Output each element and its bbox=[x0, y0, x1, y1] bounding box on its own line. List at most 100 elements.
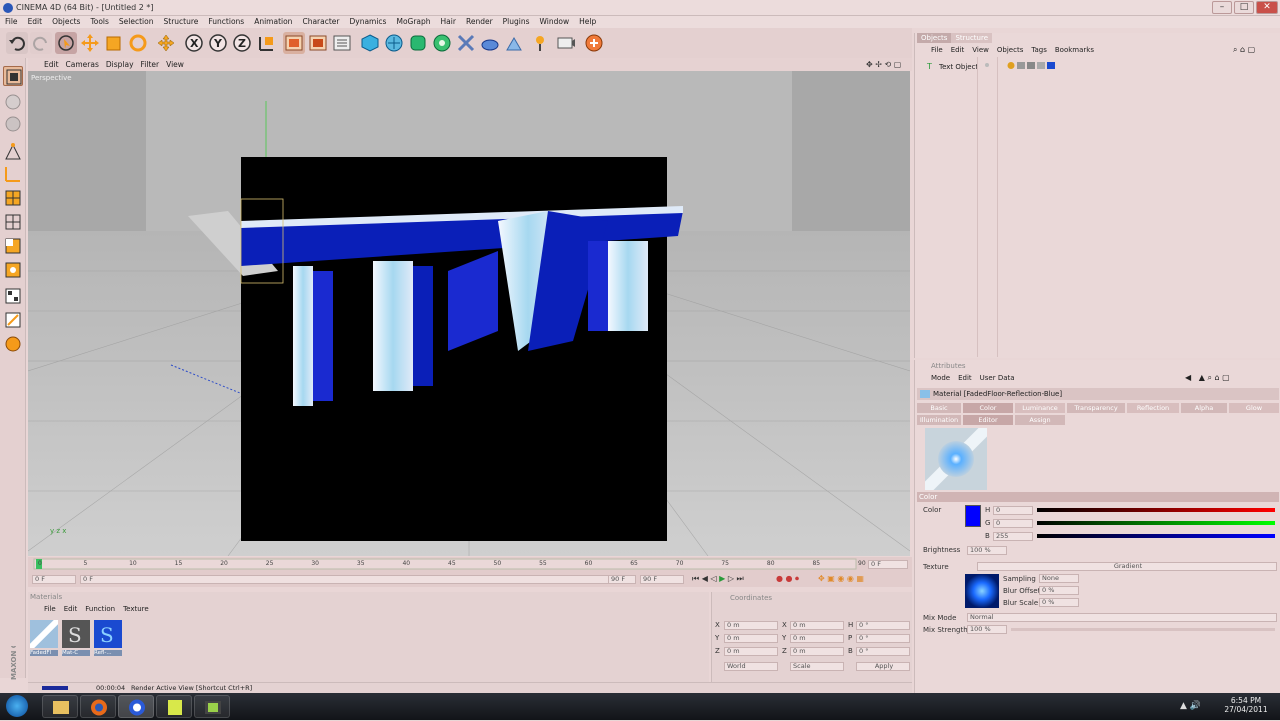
materials-menu-edit[interactable]: Edit bbox=[60, 604, 82, 614]
menu-mograph[interactable]: MoGraph bbox=[391, 16, 435, 28]
materials-menu-texture[interactable]: Texture bbox=[119, 604, 153, 614]
attributes-nav-icons[interactable]: ◀ ▲ ⌕ ⌂ ▢ bbox=[1185, 373, 1230, 383]
clock[interactable]: 6:54 PM 27/04/2011 bbox=[1220, 696, 1272, 714]
x-axis-icon[interactable]: X bbox=[183, 32, 205, 54]
deformer-icon[interactable] bbox=[455, 32, 477, 54]
undo-icon[interactable] bbox=[6, 32, 28, 54]
menu-hair[interactable]: Hair bbox=[436, 16, 461, 28]
color-v-field[interactable]: 255 bbox=[993, 532, 1033, 541]
current-frame-field[interactable]: 0 F bbox=[868, 560, 908, 569]
coord-scale-select[interactable]: Scale bbox=[790, 662, 844, 671]
scale-icon[interactable] bbox=[103, 32, 125, 54]
texture-field[interactable]: Gradient bbox=[977, 562, 1277, 571]
object-row[interactable]: T Text Object bbox=[919, 61, 1279, 73]
xpresso-icon[interactable] bbox=[583, 32, 605, 54]
polygons-mode-icon[interactable] bbox=[3, 188, 23, 208]
tab-assign[interactable]: Assign bbox=[1015, 415, 1065, 425]
object-tags[interactable] bbox=[1007, 61, 1063, 70]
tray-icons[interactable]: ▲ 🔊 bbox=[1180, 701, 1201, 711]
snap-icon[interactable] bbox=[3, 286, 23, 306]
edges-mode-icon[interactable] bbox=[3, 164, 23, 184]
maximize-button[interactable]: □ bbox=[1234, 1, 1254, 14]
tab-luminance[interactable]: Luminance bbox=[1015, 403, 1065, 413]
viewport-menu-edit[interactable]: Edit bbox=[44, 58, 59, 71]
menu-help[interactable]: Help bbox=[574, 16, 601, 28]
menu-selection[interactable]: Selection bbox=[114, 16, 159, 28]
light-icon[interactable] bbox=[531, 32, 553, 54]
model-mode-icon[interactable] bbox=[3, 66, 23, 86]
coord-pos-x[interactable]: 0 m bbox=[724, 621, 778, 630]
tab-structure[interactable]: Structure bbox=[951, 33, 993, 43]
coord-rot-h[interactable]: 0 ° bbox=[856, 621, 910, 630]
y-axis-icon[interactable]: Y bbox=[207, 32, 229, 54]
brightness-field[interactable]: 100 % bbox=[967, 546, 1007, 555]
coord-scale-x[interactable]: 0 m bbox=[790, 621, 844, 630]
viewport-menu-cameras[interactable]: Cameras bbox=[66, 58, 99, 71]
tab-reflection[interactable]: Reflection bbox=[1127, 403, 1179, 413]
tab-illumination[interactable]: Illumination bbox=[917, 415, 961, 425]
materials-menu-file[interactable]: File bbox=[40, 604, 60, 614]
menu-structure[interactable]: Structure bbox=[159, 16, 204, 28]
objects-search-icon[interactable]: ⌕ ⌂ ▢ bbox=[1233, 45, 1255, 55]
start-button[interactable] bbox=[6, 695, 28, 717]
coord-world-select[interactable]: World bbox=[724, 662, 778, 671]
media-taskbar-icon[interactable] bbox=[194, 695, 230, 718]
objects-menu-file[interactable]: File bbox=[927, 45, 947, 55]
key-mode-icons[interactable]: ✥ ▣ ◉ ◉ ▦ bbox=[818, 574, 864, 583]
z-axis-icon[interactable]: Z bbox=[231, 32, 253, 54]
coord-scale-z[interactable]: 0 m bbox=[790, 647, 844, 656]
cinema4d-taskbar-icon[interactable] bbox=[118, 695, 154, 718]
mix-strength-slider[interactable] bbox=[1011, 628, 1275, 631]
uv-polygons-icon[interactable] bbox=[3, 236, 23, 256]
menu-objects[interactable]: Objects bbox=[47, 16, 85, 28]
render-view-icon[interactable] bbox=[283, 32, 305, 54]
blue-slider[interactable] bbox=[1037, 534, 1275, 538]
sampling-select[interactable]: None bbox=[1039, 574, 1079, 583]
viewport-menu-view[interactable]: View bbox=[166, 58, 184, 71]
viewport-menu-display[interactable]: Display bbox=[106, 58, 134, 71]
blur-offset-field[interactable]: 0 % bbox=[1039, 586, 1079, 595]
workplane-icon[interactable] bbox=[3, 260, 23, 280]
menu-animation[interactable]: Animation bbox=[249, 16, 297, 28]
perspective-viewport[interactable]: Perspective y z x bbox=[28, 71, 910, 556]
objects-menu-tags[interactable]: Tags bbox=[1027, 45, 1051, 55]
uv-points-icon[interactable] bbox=[3, 212, 23, 232]
color-h-field[interactable]: 0 bbox=[993, 506, 1033, 515]
notes-taskbar-icon[interactable] bbox=[156, 695, 192, 718]
coord-pos-z[interactable]: 0 m bbox=[724, 647, 778, 656]
render-picture-viewer-icon[interactable] bbox=[307, 32, 329, 54]
environment-icon[interactable] bbox=[503, 32, 525, 54]
objects-menu-objects[interactable]: Objects bbox=[993, 45, 1027, 55]
tab-glow[interactable]: Glow bbox=[1229, 403, 1279, 413]
green-slider[interactable] bbox=[1037, 521, 1275, 525]
coord-apply-button[interactable]: Apply bbox=[856, 662, 910, 671]
axis-mode-icon[interactable] bbox=[3, 114, 23, 134]
coord-pos-y[interactable]: 0 m bbox=[724, 634, 778, 643]
color-swatch[interactable] bbox=[965, 505, 981, 527]
menu-render[interactable]: Render bbox=[461, 16, 498, 28]
camera-icon[interactable] bbox=[555, 32, 577, 54]
red-slider[interactable] bbox=[1037, 508, 1275, 512]
viewport-nav-icons[interactable]: ✥ ✢ ⟲ ▢ bbox=[866, 60, 906, 70]
coord-scale-y[interactable]: 0 m bbox=[790, 634, 844, 643]
menu-character[interactable]: Character bbox=[297, 16, 344, 28]
objects-menu-edit[interactable]: Edit bbox=[947, 45, 969, 55]
tab-color[interactable]: Color bbox=[963, 403, 1013, 413]
menu-dynamics[interactable]: Dynamics bbox=[344, 16, 391, 28]
timeline[interactable]: 0 5 10 15 20 25 30 35 40 45 50 55 60 65 70 75 80 85 90 0 F… bbox=[28, 557, 912, 587]
materials-menu-function[interactable]: Function bbox=[81, 604, 119, 614]
redo-icon[interactable] bbox=[30, 32, 52, 54]
move-tool-icon[interactable] bbox=[155, 32, 177, 54]
color-s-field[interactable]: 0 bbox=[993, 519, 1033, 528]
live-selection-icon[interactable] bbox=[55, 32, 77, 54]
solo-icon[interactable] bbox=[3, 334, 23, 354]
range-end-field[interactable]: 90 F bbox=[608, 575, 636, 584]
playback-controls[interactable]: ⏮ ◀ ◁ ▶ ▷ ⏭ bbox=[692, 574, 744, 584]
tab-editor[interactable]: Editor bbox=[963, 415, 1013, 425]
mix-mode-select[interactable]: Normal bbox=[967, 613, 1277, 622]
record-key-icons[interactable]: ● ● ⏺ bbox=[776, 574, 799, 584]
coordinate-system-icon[interactable] bbox=[255, 32, 277, 54]
blur-scale-field[interactable]: 0 % bbox=[1039, 598, 1079, 607]
menu-plugins[interactable]: Plugins bbox=[498, 16, 535, 28]
range-slider[interactable]: 0 F bbox=[80, 575, 636, 584]
